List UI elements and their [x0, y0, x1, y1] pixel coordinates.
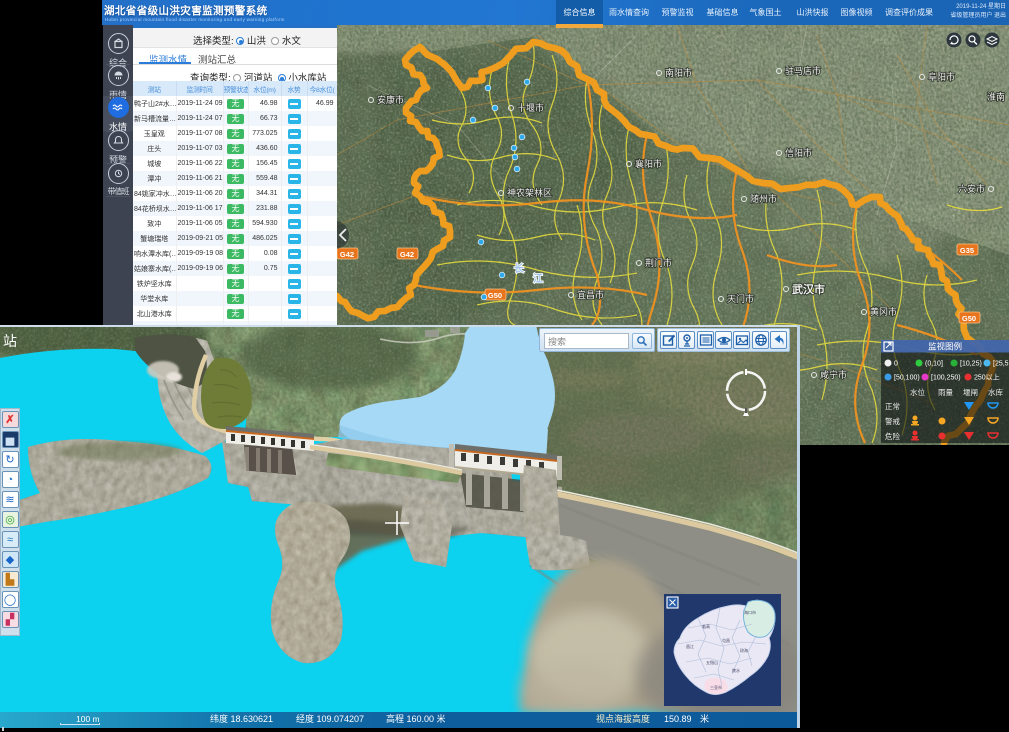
- svg-text:警戒: 警戒: [885, 416, 900, 426]
- svg-text:陵水: 陵水: [732, 667, 740, 673]
- svg-text:驻马店市: 驻马店市: [785, 65, 821, 76]
- svg-text:天门市: 天门市: [727, 293, 754, 304]
- svg-text:(0,10]: (0,10]: [925, 361, 943, 368]
- svg-text:黄冈市: 黄冈市: [870, 306, 897, 317]
- svg-text:信阳市: 信阳市: [785, 147, 812, 158]
- svg-text:五指山: 五指山: [706, 659, 718, 665]
- svg-text:水库: 水库: [988, 387, 1003, 397]
- svg-text:[100,250): [100,250): [931, 375, 961, 382]
- svg-text:荆门市: 荆门市: [645, 257, 672, 268]
- svg-text:三亚市: 三亚市: [710, 684, 722, 690]
- svg-text:水位: 水位: [910, 387, 925, 397]
- svg-text:十堰市: 十堰市: [517, 102, 544, 113]
- svg-text:宜昌市: 宜昌市: [577, 289, 604, 300]
- svg-text:站: 站: [3, 333, 17, 349]
- svg-text:堰闸: 堰闸: [963, 387, 978, 397]
- svg-text:随州市: 随州市: [750, 193, 777, 204]
- svg-text:[25,5: [25,5: [993, 361, 1009, 368]
- svg-text:G50: G50: [488, 291, 502, 300]
- svg-text:昌江: 昌江: [686, 643, 694, 649]
- svg-text:G42: G42: [400, 250, 414, 259]
- svg-text:屯昌: 屯昌: [722, 637, 730, 643]
- svg-text:G50: G50: [962, 314, 976, 323]
- svg-text:琼海: 琼海: [740, 647, 748, 653]
- svg-text:江: 江: [533, 272, 543, 285]
- svg-text:250以上: 250以上: [974, 373, 1000, 382]
- svg-text:阜阳市: 阜阳市: [928, 71, 955, 82]
- svg-text:[50,100): [50,100): [894, 375, 920, 382]
- svg-text:安康市: 安康市: [377, 94, 404, 105]
- svg-text:临高: 临高: [702, 623, 710, 629]
- svg-text:G42: G42: [340, 250, 354, 259]
- svg-text:六安市: 六安市: [958, 183, 985, 194]
- svg-text:淮南: 淮南: [987, 91, 1005, 102]
- svg-text:咸宁市: 咸宁市: [820, 369, 847, 380]
- svg-text:南阳市: 南阳市: [665, 67, 692, 78]
- svg-text:G35: G35: [960, 246, 974, 255]
- svg-text:[10,25): [10,25): [960, 361, 982, 368]
- svg-text:襄阳市: 襄阳市: [635, 158, 662, 169]
- svg-text:神农架林区: 神农架林区: [507, 187, 552, 198]
- svg-text:监视图例: 监视图例: [928, 342, 962, 352]
- svg-text:海口市: 海口市: [744, 609, 756, 615]
- svg-text:危险: 危险: [885, 431, 900, 441]
- svg-text:正常: 正常: [885, 402, 900, 411]
- svg-text:雨量: 雨量: [938, 388, 953, 397]
- svg-text:长: 长: [514, 262, 525, 275]
- svg-text:0: 0: [894, 361, 898, 368]
- svg-text:武汉市: 武汉市: [792, 282, 825, 296]
